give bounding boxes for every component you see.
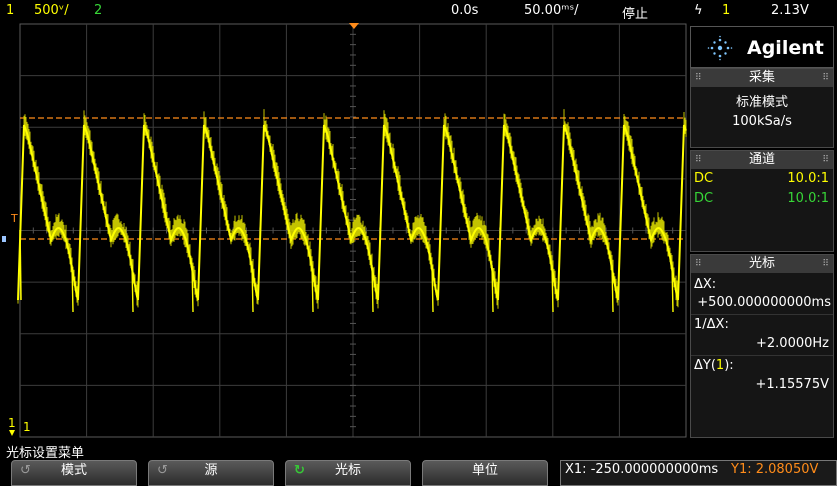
delta-y-label: ΔY(1): (694, 358, 734, 373)
softkey-cursor[interactable]: ↻ 光标 (285, 460, 411, 486)
cursors-title: 光标 (748, 256, 775, 271)
cursors-box[interactable]: ⠿ 光标 ⠿ ΔX: +500.000000000ms 1/ΔX: +2.0000H… (690, 254, 834, 438)
channel1-indicator[interactable]: 1 (6, 3, 14, 18)
softkey-source-label: 源 (204, 463, 218, 478)
trigger-level[interactable]: 2.13V (771, 3, 809, 18)
softkey-mode[interactable]: ↺ 模式 (11, 460, 137, 486)
delta-y-value: +1.15575V (755, 377, 829, 392)
channel1-probe: 10.0:1 (787, 171, 829, 186)
rotate-knob-active-icon: ↻ (294, 463, 305, 478)
acquire-title: 采集 (748, 70, 775, 85)
cursor-readout: X1: -250.000000000ms Y1: 2.08050V (560, 460, 837, 486)
softkey-cursor-label: 光标 (334, 463, 361, 478)
softkey-source[interactable]: ↺ 源 (148, 460, 274, 486)
cursor-y1-readout: Y1: 2.08050V (731, 462, 819, 477)
inverse-delta-x-value: +2.0000Hz (756, 336, 829, 351)
menu-title: 光标设置菜单 (6, 446, 85, 461)
waveform-display[interactable]: T 1 1 (0, 22, 690, 440)
agilent-logo-icon (707, 35, 733, 61)
run-state[interactable]: 停止 (622, 3, 648, 22)
channel2-coupling: DC (694, 191, 714, 206)
status-bar: 1 500ᵛ/ 2 0.0s 50.00ᵐˢ/ 停止 ϟ 1 2.13V (0, 0, 837, 22)
rotate-knob-icon: ↺ (157, 463, 168, 478)
trigger-slope-icon: ϟ (694, 3, 703, 18)
trigger-level-marker[interactable]: T (10, 212, 18, 225)
volts-per-div[interactable]: 500ᵛ/ (34, 3, 69, 18)
left-edge-handle[interactable] (2, 236, 6, 242)
ground-arrow-icon (9, 430, 15, 436)
delta-x-label: ΔX: (694, 277, 717, 292)
channel1-row: DC 10.0:1 (691, 171, 833, 191)
info-panel: Agilent ⠿ 采集 ⠿ 标准模式 100kSa/s ⠿ 通道 ⠿ DC 10.0:… (690, 22, 837, 440)
time-offset[interactable]: 0.0s (451, 3, 478, 18)
acquire-box[interactable]: ⠿ 采集 ⠿ 标准模式 100kSa/s (690, 68, 834, 148)
channels-title: 通道 (748, 152, 775, 167)
delta-x-value: +500.000000000ms (697, 295, 831, 310)
brand-name: Agilent (747, 37, 824, 59)
sample-rate: 100kSa/s (732, 114, 792, 129)
channel2-row: DC 10.0:1 (691, 191, 833, 211)
channel2-probe: 10.0:1 (787, 191, 829, 206)
softkey-units[interactable]: 单位 (422, 460, 548, 486)
cursor-x1-readout: X1: -250.000000000ms (565, 462, 719, 477)
channels-box[interactable]: ⠿ 通道 ⠿ DC 10.0:1 DC 10.0:1 (690, 150, 834, 252)
channel1-coupling: DC (694, 171, 714, 186)
softkey-units-label: 单位 (471, 463, 498, 478)
trigger-position-marker[interactable] (349, 23, 359, 29)
inverse-delta-x-label: 1/ΔX: (694, 317, 729, 332)
acquire-mode: 标准模式 (735, 95, 788, 110)
time-per-div[interactable]: 50.00ᵐˢ/ (524, 3, 579, 18)
trigger-channel[interactable]: 1 (722, 3, 730, 18)
channel1-ground-marker[interactable]: 1 (8, 416, 16, 430)
rotate-knob-icon: ↺ (20, 463, 31, 478)
brand-box: Agilent (690, 26, 834, 68)
channel1-offset-marker[interactable]: 1 (23, 420, 31, 434)
channel1-waveform (17, 109, 687, 313)
channel2-indicator[interactable]: 2 (94, 3, 102, 18)
softkey-mode-label: 模式 (60, 463, 87, 478)
